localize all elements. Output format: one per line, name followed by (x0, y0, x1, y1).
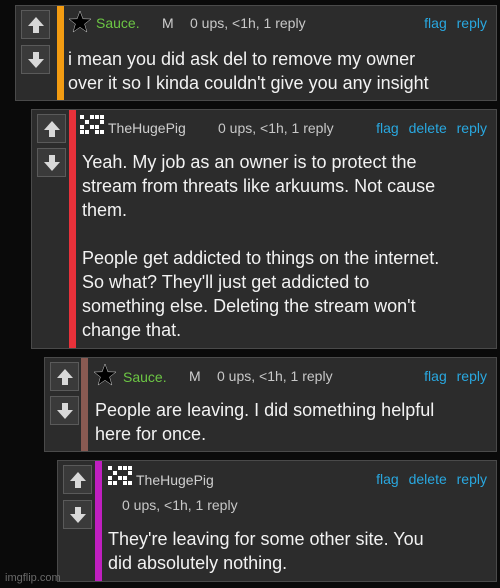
username-link[interactable]: Sauce. (123, 369, 167, 385)
arrow-down-icon (69, 506, 86, 523)
upvote-button[interactable] (21, 10, 50, 39)
reply-link[interactable]: reply (457, 15, 487, 31)
star-icon (93, 363, 117, 386)
flag-link[interactable]: flag (376, 120, 399, 136)
comment-text: People are leaving. I did something help… (95, 400, 435, 444)
comment-1: Sauce. M 0 ups, <1h, 1 reply flag reply … (15, 5, 497, 101)
upvote-button[interactable] (63, 465, 92, 494)
flag-link[interactable]: flag (376, 471, 399, 487)
avatar-icon (108, 466, 132, 485)
comment-text: They're leaving for some other site. You… (108, 529, 424, 573)
flag-link[interactable]: flag (424, 368, 447, 384)
mod-badge: M (189, 368, 201, 384)
comment-actions: flag reply (424, 368, 487, 384)
comment-actions: flag reply (424, 15, 487, 31)
comment-meta: 0 ups, <1h, 1 reply (190, 15, 306, 31)
downvote-button[interactable] (50, 396, 79, 425)
thread-bar (57, 6, 64, 100)
username-link[interactable]: TheHugePig (136, 472, 214, 488)
thread-bar (95, 461, 102, 581)
comment-meta: 0 ups, <1h, 1 reply (218, 120, 334, 136)
comment-3: Sauce. M 0 ups, <1h, 1 reply flag reply … (44, 357, 497, 452)
thread-bar (81, 358, 88, 451)
thread-bar (69, 110, 76, 348)
comment-meta: 0 ups, <1h, 1 reply (122, 497, 238, 513)
arrow-down-icon (43, 154, 60, 171)
upvote-button[interactable] (50, 362, 79, 391)
arrow-up-icon (43, 120, 60, 137)
delete-link[interactable]: delete (409, 120, 447, 136)
comment-2: TheHugePig 0 ups, <1h, 1 reply flag dele… (31, 109, 497, 349)
reply-link[interactable]: reply (457, 120, 487, 136)
downvote-button[interactable] (63, 500, 92, 529)
upvote-button[interactable] (37, 114, 66, 143)
delete-link[interactable]: delete (409, 471, 447, 487)
arrow-up-icon (27, 16, 44, 33)
mod-badge: M (162, 15, 174, 31)
downvote-button[interactable] (37, 148, 66, 177)
arrow-down-icon (27, 51, 44, 68)
comment-4: TheHugePig flag delete reply 0 ups, <1h,… (57, 460, 497, 582)
comment-actions: flag delete reply (376, 471, 487, 487)
flag-link[interactable]: flag (424, 15, 447, 31)
downvote-button[interactable] (21, 45, 50, 74)
comment-actions: flag delete reply (376, 120, 487, 136)
arrow-up-icon (56, 368, 73, 385)
star-icon (68, 10, 92, 33)
watermark: imgflip.com (5, 572, 61, 584)
username-link[interactable]: TheHugePig (108, 120, 186, 136)
comment-meta: 0 ups, <1h, 1 reply (217, 368, 333, 384)
arrow-up-icon (69, 471, 86, 488)
reply-link[interactable]: reply (457, 471, 487, 487)
avatar-icon (80, 115, 104, 134)
comment-text: i mean you did ask del to remove my owne… (68, 49, 429, 93)
comment-text: Yeah. My job as an owner is to protect t… (82, 152, 440, 340)
username-link[interactable]: Sauce. (96, 15, 140, 31)
reply-link[interactable]: reply (457, 368, 487, 384)
arrow-down-icon (56, 402, 73, 419)
